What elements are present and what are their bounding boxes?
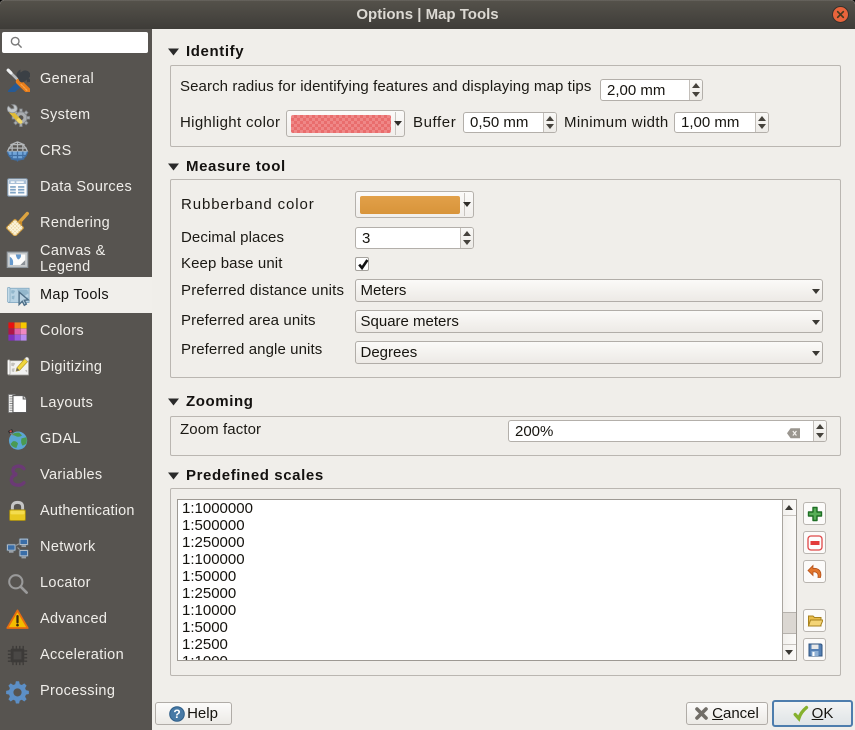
svg-text:?: ?: [173, 707, 180, 721]
